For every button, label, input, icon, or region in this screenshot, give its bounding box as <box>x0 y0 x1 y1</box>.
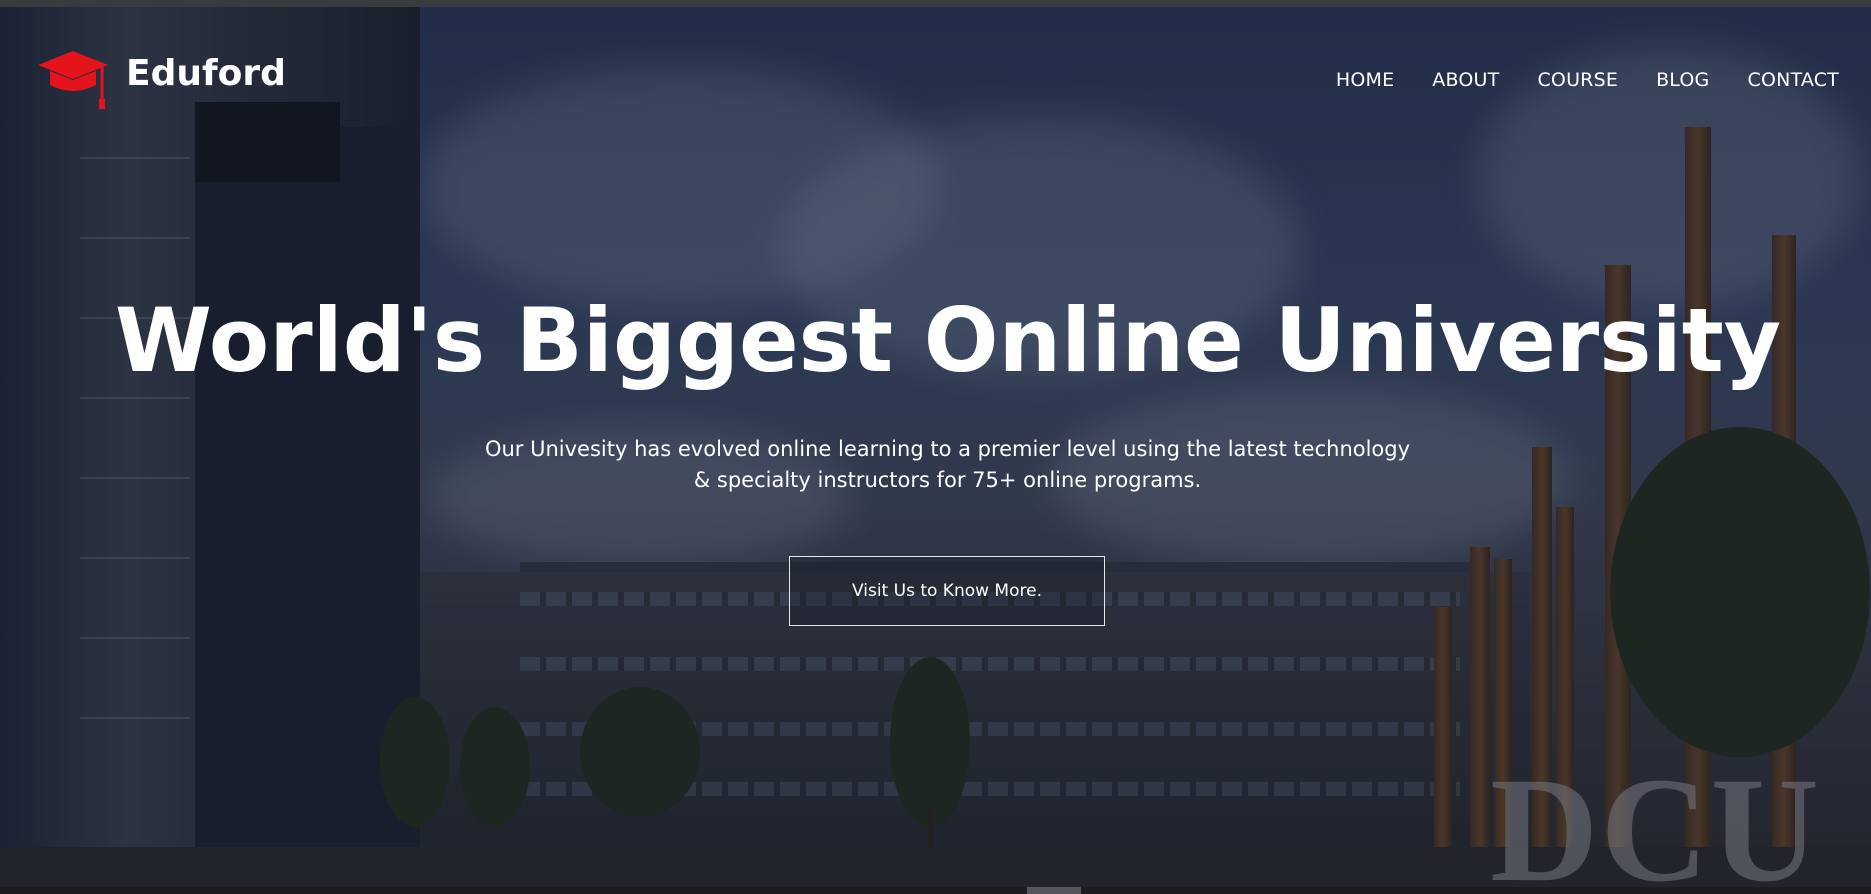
main-nav: HOME ABOUT COURSE BLOG CONTACT <box>1336 69 1839 91</box>
hero-subtitle-line-2: & specialty instructors for 75+ online p… <box>693 468 1202 492</box>
nav-about[interactable]: ABOUT <box>1432 69 1499 91</box>
visit-us-button[interactable]: Visit Us to Know More. <box>789 556 1105 626</box>
horizontal-scrollbar-thumb[interactable] <box>1027 887 1081 894</box>
nav-blog[interactable]: BLOG <box>1656 69 1709 91</box>
hero-subtitle-line-1: Our Univesity has evolved online learnin… <box>484 437 1411 461</box>
hero-section: DCU Eduford HOME ABOUT COURSE BLOG CONTA… <box>0 7 1871 887</box>
brand-name: Eduford <box>126 53 286 94</box>
hero-subtitle: Our Univesity has evolved online learnin… <box>470 434 1425 496</box>
hero-title: World's Biggest Online University <box>114 289 1782 392</box>
graduation-cap-icon <box>36 47 110 113</box>
window-top-border <box>0 0 1871 7</box>
nav-home[interactable]: HOME <box>1336 69 1394 91</box>
brand-logo[interactable]: Eduford <box>36 47 286 109</box>
nav-course[interactable]: COURSE <box>1537 69 1618 91</box>
nav-contact[interactable]: CONTACT <box>1747 69 1839 91</box>
